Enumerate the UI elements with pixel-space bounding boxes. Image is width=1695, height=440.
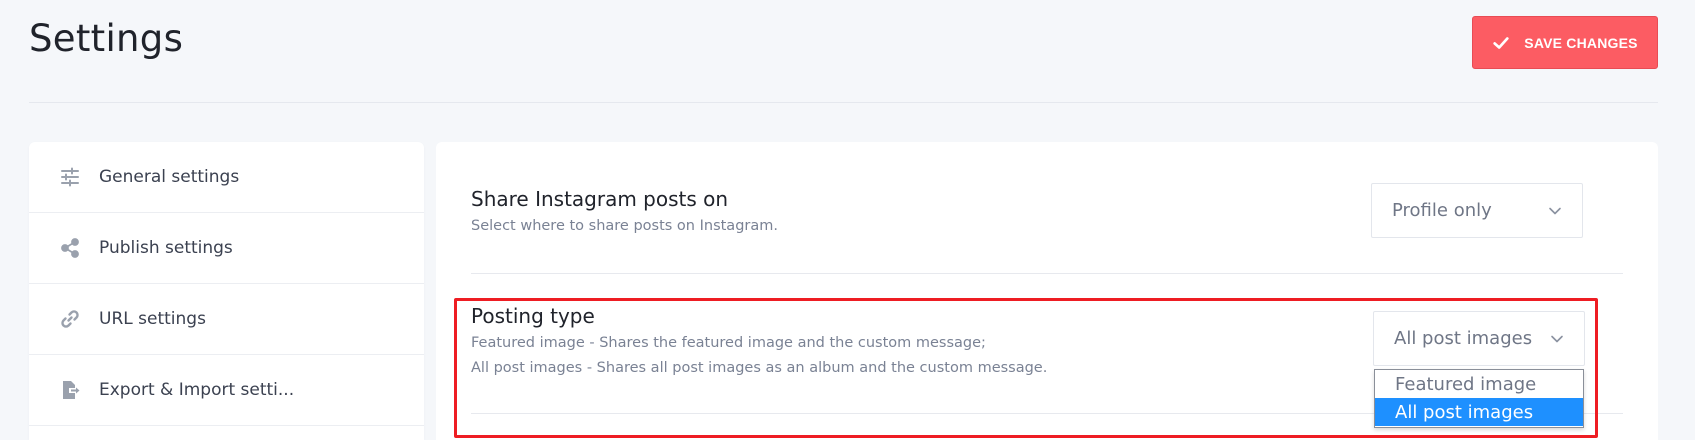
posting-type-description-line1: Featured image - Shares the featured ima… (471, 335, 986, 351)
posting-type-select-value: All post images (1394, 328, 1533, 349)
share-on-description: Select where to share posts on Instagram… (471, 218, 778, 234)
sidebar-item-url[interactable]: URL settings (29, 284, 424, 355)
sidebar-item-general[interactable]: General settings (29, 142, 424, 213)
sidebar-item-label: Export & Import setti... (99, 380, 295, 400)
sidebar-item-publish[interactable]: Publish settings (29, 213, 424, 284)
chevron-down-icon (1549, 207, 1561, 214)
sidebar-item-label: General settings (99, 167, 240, 187)
file-export-icon (60, 380, 80, 400)
header-divider (29, 102, 1658, 103)
sliders-icon (60, 167, 80, 187)
link-icon (60, 309, 80, 329)
posting-type-description-line2: All post images - Shares all post images… (471, 360, 1048, 376)
chevron-down-icon (1551, 335, 1563, 342)
posting-type-title: Posting type (471, 304, 595, 328)
dropdown-option-featured-image[interactable]: Featured image (1375, 370, 1583, 398)
save-changes-label: SAVE CHANGES (1524, 34, 1638, 51)
checkmark-icon (1493, 36, 1509, 49)
share-on-title: Share Instagram posts on (471, 187, 729, 211)
dropdown-option-all-post-images[interactable]: All post images (1375, 398, 1583, 426)
share-icon (60, 238, 80, 258)
share-on-select[interactable]: Profile only (1371, 183, 1583, 238)
sidebar-item-label: URL settings (99, 309, 206, 329)
row-divider (471, 273, 1623, 274)
sidebar-item-export-import[interactable]: Export & Import setti... (29, 355, 424, 426)
sidebar-item-label: Publish settings (99, 238, 233, 258)
settings-sidebar: General settings Publish settings URL se… (29, 142, 424, 440)
page-title: Settings (29, 17, 184, 60)
share-on-select-value: Profile only (1392, 200, 1492, 221)
posting-type-select[interactable]: All post images (1373, 311, 1585, 366)
save-changes-button[interactable]: SAVE CHANGES (1472, 16, 1658, 69)
posting-type-dropdown: Featured image All post images (1374, 369, 1584, 428)
